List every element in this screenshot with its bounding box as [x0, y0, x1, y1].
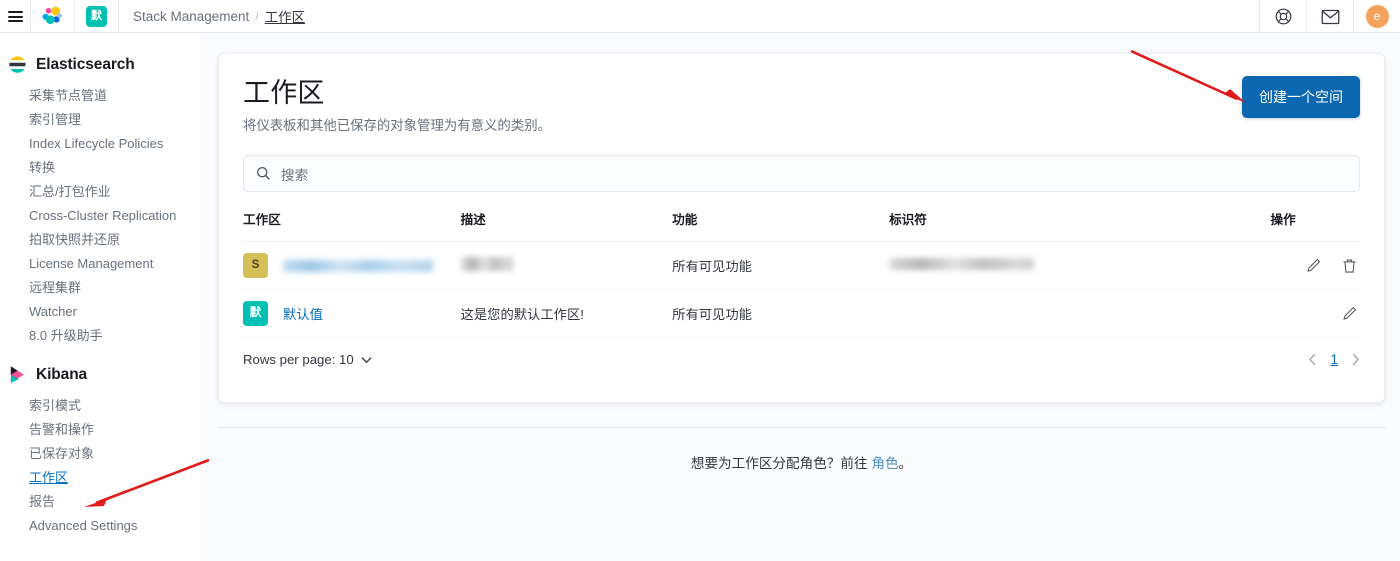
column-header-actions: 操作 [1270, 213, 1296, 227]
cell-actions [1270, 241, 1360, 290]
nav-group-header-kibana: Kibana [0, 365, 200, 384]
sidebar-item-license-management[interactable]: License Management [0, 251, 200, 275]
cell-identifier [889, 289, 1271, 338]
kibana-logo-icon [10, 366, 24, 383]
mail-envelope-icon [1321, 9, 1339, 24]
cell-space-name: S [243, 241, 461, 290]
breadcrumb: Stack Management / 工作区 [119, 0, 305, 32]
elastic-home-button[interactable] [31, 0, 75, 33]
sidebar-item-ingest-node-pipelines[interactable]: 采集节点管道 [0, 83, 200, 107]
spaces-card-header: 工作区 将仪表板和其他已保存的对象管理为有意义的类别。 创建一个空间 [243, 76, 1360, 134]
space-name-redacted[interactable] [283, 259, 433, 272]
spaces-table-body: S 所有可见功能 默 默认值 这是您的默认工作区! 所有可见功能 [243, 241, 1360, 338]
pagination: 1 [1308, 352, 1360, 367]
sidebar-item-alerts-and-actions[interactable]: 告警和操作 [0, 417, 200, 441]
nav-group-title-kibana: Kibana [36, 365, 88, 383]
role-assignment-note: 想要为工作区分配角色？前往 角色。 [218, 452, 1385, 472]
nav-group-elasticsearch: Elasticsearch 采集节点管道 索引管理 Index Lifecycl… [0, 55, 200, 347]
pagination-page-1[interactable]: 1 [1330, 352, 1338, 367]
sidebar-item-index-lifecycle-policies[interactable]: Index Lifecycle Policies [0, 131, 200, 155]
column-header-space[interactable]: 工作区 [243, 209, 461, 242]
main-content: 工作区 将仪表板和其他已保存的对象管理为有意义的类别。 创建一个空间 搜索 工作… [200, 33, 1400, 561]
help-lifebuoy-icon [1275, 8, 1291, 25]
sidebar-item-reporting[interactable]: 报告 [0, 489, 200, 513]
sidebar-item-upgrade-assistant[interactable]: 8.0 升级助手 [0, 323, 200, 347]
rows-per-page-label: Rows per page: 10 [243, 352, 354, 367]
sidebar-item-remote-clusters[interactable]: 远程集群 [0, 275, 200, 299]
hamburger-icon [7, 8, 23, 24]
cell-features: 所有可见功能 [672, 241, 890, 290]
cell-description [460, 241, 673, 290]
nav-group-title-elasticsearch: Elasticsearch [36, 55, 135, 73]
sidebar-item-snapshot-and-restore[interactable]: 拍取快照并还原 [0, 227, 200, 251]
space-identifier-redacted [889, 258, 1035, 270]
breadcrumb-item-stack-management[interactable]: Stack Management [133, 9, 249, 24]
edit-pencil-icon[interactable] [1341, 305, 1358, 322]
search-input[interactable]: 搜索 [243, 155, 1360, 192]
table-row: S 所有可见功能 [243, 241, 1360, 290]
spaces-card: 工作区 将仪表板和其他已保存的对象管理为有意义的类别。 创建一个空间 搜索 工作… [218, 53, 1385, 403]
page-title: 工作区 [243, 78, 325, 108]
table-header-row: 工作区 描述 功能 标识符 操作 [243, 209, 1360, 242]
sidebar-item-watcher[interactable]: Watcher [0, 299, 200, 323]
cell-identifier [889, 241, 1271, 290]
column-header-identifier[interactable]: 标识符 [889, 209, 1270, 242]
page-heading-block: 工作区 将仪表板和其他已保存的对象管理为有意义的类别。 [243, 76, 551, 134]
sidebar-item-spaces[interactable]: 工作区 [0, 465, 200, 489]
sidebar-navigation: Elasticsearch 采集节点管道 索引管理 Index Lifecycl… [0, 33, 200, 561]
menu-toggle-button[interactable] [0, 0, 31, 33]
elasticsearch-logo-icon [9, 56, 26, 73]
table-row: 默 默认值 这是您的默认工作区! 所有可见功能 [243, 289, 1360, 338]
spaces-table-head: 工作区 描述 功能 标识符 操作 [243, 209, 1360, 242]
sidebar-item-index-management[interactable]: 索引管理 [0, 107, 200, 131]
create-space-button[interactable]: 创建一个空间 [1242, 76, 1360, 118]
spaces-table: 工作区 描述 功能 标识符 操作 S 所有可见功能 默 默认值 这是您的默认工作… [243, 209, 1360, 338]
top-header-bar: 默 Stack Management / 工作区 e [0, 0, 1400, 33]
delete-trash-icon[interactable] [1341, 257, 1358, 275]
chevron-right-icon[interactable] [1351, 353, 1360, 366]
table-footer: Rows per page: 10 1 [243, 338, 1360, 367]
nav-items-elasticsearch: 采集节点管道 索引管理 Index Lifecycle Policies 转换 … [0, 83, 200, 347]
sidebar-item-index-patterns[interactable]: 索引模式 [0, 393, 200, 417]
sidebar-item-cross-cluster-replication[interactable]: Cross-Cluster Replication [0, 203, 200, 227]
help-button[interactable] [1259, 0, 1306, 33]
column-header-features[interactable]: 功能 [672, 209, 889, 242]
space-switcher-button[interactable]: 默 [75, 0, 119, 33]
column-header-description[interactable]: 描述 [461, 209, 673, 242]
nav-group-header-elasticsearch: Elasticsearch [0, 55, 200, 74]
cell-actions [1270, 289, 1360, 338]
rows-per-page-select[interactable]: Rows per page: 10 [243, 352, 372, 367]
breadcrumb-item-spaces[interactable]: 工作区 [265, 6, 306, 26]
avatar: e [1365, 5, 1389, 28]
search-placeholder: 搜索 [281, 167, 309, 183]
user-menu-button[interactable]: e [1353, 0, 1400, 33]
cell-space-name: 默 默认值 [243, 289, 461, 338]
cell-features: 所有可见功能 [672, 289, 890, 338]
sidebar-item-rollup-jobs[interactable]: 汇总/打包作业 [0, 179, 200, 203]
elastic-logo-icon [42, 6, 62, 25]
cell-description: 这是您的默认工作区! [460, 289, 673, 338]
space-avatar-chip: S [243, 253, 268, 278]
role-note-suffix: 。 [898, 456, 913, 471]
role-note-prefix: 想要为工作区分配角色？前往 [690, 456, 872, 471]
space-avatar-chip: 默 [243, 301, 268, 326]
space-name-link[interactable]: 默认值 [283, 304, 323, 323]
sidebar-item-saved-objects[interactable]: 已保存对象 [0, 441, 200, 465]
sidebar-item-advanced-settings[interactable]: Advanced Settings [0, 513, 200, 537]
nav-group-kibana: Kibana 索引模式 告警和操作 已保存对象 工作区 报告 Advanced … [0, 365, 200, 537]
breadcrumb-separator: / [255, 9, 259, 23]
notifications-mail-button[interactable] [1306, 0, 1353, 33]
edit-pencil-icon[interactable] [1305, 257, 1322, 274]
section-divider [218, 427, 1386, 428]
sidebar-item-transforms[interactable]: 转换 [0, 155, 200, 179]
space-description-redacted [460, 257, 513, 271]
space-avatar-chip: 默 [86, 6, 107, 27]
page-subtitle: 将仪表板和其他已保存的对象管理为有意义的类别。 [243, 118, 551, 133]
search-icon [257, 167, 270, 180]
chevron-down-icon [361, 356, 372, 363]
nav-items-kibana: 索引模式 告警和操作 已保存对象 工作区 报告 Advanced Setting… [0, 393, 200, 537]
header-actions: e [1259, 0, 1400, 33]
roles-link[interactable]: 角色 [871, 456, 898, 471]
chevron-left-icon[interactable] [1308, 353, 1317, 366]
